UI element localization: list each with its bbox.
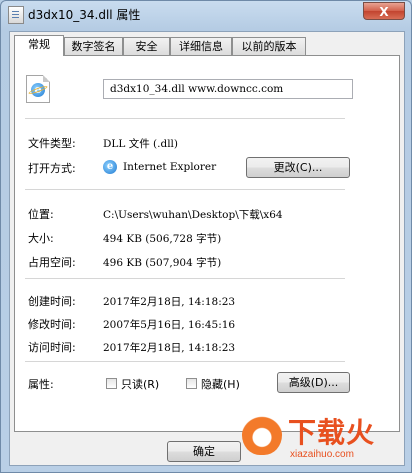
hidden-checkbox[interactable] [186, 378, 197, 389]
size-label: 大小: [28, 232, 54, 245]
tab-digital-signatures[interactable]: 数字签名 [64, 37, 123, 55]
opens-with-label: 打开方式: [28, 162, 76, 175]
separator [25, 189, 345, 190]
modified-label: 修改时间: [28, 318, 76, 331]
tab-previous-versions[interactable]: 以前的版本 [232, 37, 306, 55]
general-panel: e d3dx10_34.dll www.downcc.com 文件类型: DLL… [14, 55, 400, 432]
close-button[interactable]: X [363, 2, 405, 20]
tab-security[interactable]: 安全 [123, 37, 170, 55]
accessed-value: 2017年2月18日, 14:18:23 [103, 342, 236, 354]
location-label: 位置: [28, 208, 54, 221]
dialog-client: 常规 数字签名 安全 详细信息 以前的版本 e d3dx10_34.dll ww… [9, 31, 405, 466]
internet-explorer-icon: e [103, 160, 117, 174]
location-value: C:\Users\wuhan\Desktop\下载\x64 [103, 209, 283, 221]
disk-size-label: 占用空间: [28, 256, 76, 269]
ok-button[interactable]: 确定 [167, 441, 241, 462]
tab-general[interactable]: 常规 [14, 35, 64, 56]
watermark-logo: 下载火 xiazaihuo.com [238, 405, 408, 469]
change-button[interactable]: 更改(C)... [246, 157, 350, 178]
created-value: 2017年2月18日, 14:18:23 [103, 296, 236, 308]
file-type-label: 文件类型: [28, 137, 76, 150]
title-bar[interactable]: d3dx10_34.dll 属性 X [1, 1, 411, 29]
readonly-label[interactable]: 只读(R) [121, 376, 159, 392]
separator [25, 278, 345, 279]
advanced-button[interactable]: 高级(D)... [277, 372, 350, 393]
modified-value: 2007年5月16日, 16:45:16 [103, 319, 236, 331]
flame-icon [242, 411, 282, 455]
window-title: d3dx10_34.dll 属性 [28, 8, 141, 22]
tab-details[interactable]: 详细信息 [170, 37, 232, 55]
file-icon [8, 6, 24, 24]
accessed-label: 访问时间: [28, 341, 76, 354]
separator [25, 118, 345, 119]
watermark-url: xiazaihuo.com [290, 449, 354, 460]
file-name-input[interactable]: d3dx10_34.dll www.downcc.com [103, 79, 353, 99]
readonly-checkbox[interactable] [106, 378, 117, 389]
disk-size-value: 496 KB (507,904 字节) [103, 257, 222, 269]
dll-file-icon: e [26, 75, 50, 103]
created-label: 创建时间: [28, 295, 76, 308]
watermark-text: 下载火 [288, 416, 376, 449]
size-value: 494 KB (506,728 字节) [103, 233, 222, 245]
properties-window: d3dx10_34.dll 属性 X 常规 数字签名 安全 详细信息 以前的版本… [0, 0, 412, 473]
attributes-label: 属性: [28, 378, 54, 391]
opens-with-value: Internet Explorer [123, 161, 217, 173]
file-type-value: DLL 文件 (.dll) [103, 138, 179, 150]
internet-explorer-icon: e [31, 83, 45, 97]
hidden-label[interactable]: 隐藏(H) [201, 376, 240, 392]
separator [25, 361, 345, 362]
